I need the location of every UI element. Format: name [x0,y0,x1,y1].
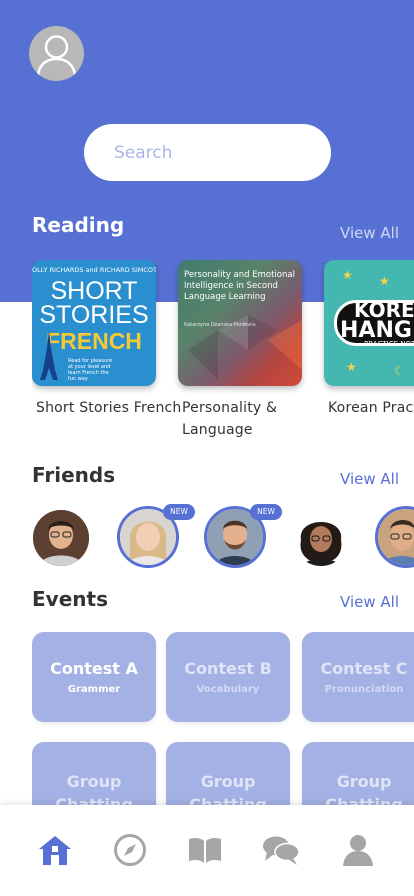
cover-tagline: Read for pleasure at your level and lear… [68,358,113,382]
reading-title: Reading [32,213,125,237]
friend-avatar[interactable] [33,510,89,566]
book-title: Short Stories French [36,400,182,416]
event-name: Group Chatting [55,772,133,805]
new-badge: NEW [250,504,282,520]
event-name: Contest A [50,659,138,678]
event-name: Group Chatting [325,772,403,805]
tab-home[interactable] [36,831,74,869]
eiffel-tower-icon [40,330,58,380]
friends-view-all-link[interactable]: View All [340,470,399,488]
cover-line-2: STORIES [39,301,149,329]
event-card-contest-b[interactable]: Contest B Vocabulary [166,632,290,722]
new-badge: NEW [163,504,195,520]
cover-line-3: PRACTICE NOTE [364,340,414,348]
tab-profile[interactable] [339,831,377,869]
chat-icon [263,836,300,865]
friend-avatar[interactable] [293,510,349,566]
bottom-tab-bar [0,805,414,896]
event-card-group-chatting[interactable]: Group Chatting [166,742,290,805]
home-icon [39,836,71,865]
person-photo-icon [293,510,349,566]
friend-avatar[interactable] [375,506,414,568]
book-card[interactable]: Personality and Emotional Intelligence i… [178,260,302,441]
profile-icon [343,835,373,866]
book-card[interactable]: OLLY RICHARDS and RICHARD SIMCOTT SHORT … [32,260,181,419]
user-silhouette-icon [36,35,77,77]
event-name: Contest C [320,659,408,678]
person-photo-icon [378,509,414,565]
friends-list: NEW NEW [0,504,414,574]
reading-view-all-link[interactable]: View All [340,224,399,242]
cover-authors: OLLY RICHARDS and RICHARD SIMCOTT [32,266,156,274]
event-name: Group Chatting [189,772,267,805]
cover-pattern-icon [188,315,302,380]
event-card-contest-c[interactable]: Contest C Pronunciation [302,632,414,722]
event-card-group-chatting[interactable]: Group Chatting [32,742,156,805]
event-name: Contest B [184,659,272,678]
cover-line-1: KOREA [354,298,414,322]
book-title: Personality & Language [182,400,278,438]
book-card[interactable]: ★ ★ ☾ ★ ☾ KOREA HANG PRACTICE NOTE Korea… [324,260,414,419]
search-input[interactable] [84,124,331,181]
tab-explore[interactable] [111,831,149,869]
star-icon: ★ [346,360,357,374]
book-cover: ★ ★ ☾ ★ ☾ KOREA HANG PRACTICE NOTE [324,260,414,386]
profile-avatar[interactable] [29,26,84,81]
events-view-all-link[interactable]: View All [340,593,399,611]
person-photo-icon [33,510,89,566]
star-icon: ★ [342,268,353,282]
book-title: Korean Practice [328,400,414,416]
events-title: Events [32,587,108,611]
events-grid: Contest A Grammer Contest B Vocabulary C… [32,632,414,805]
event-card-contest-a[interactable]: Contest A Grammer [32,632,156,722]
reading-list: OLLY RICHARDS and RICHARD SIMCOTT SHORT … [32,260,414,450]
book-cover: OLLY RICHARDS and RICHARD SIMCOTT SHORT … [32,260,156,386]
event-subtitle: Vocabulary [196,684,260,695]
compass-icon [114,834,146,866]
book-cover: Personality and Emotional Intelligence i… [178,260,302,386]
event-card-group-chatting[interactable]: Group Chatting [302,742,414,805]
star-icon: ★ [379,274,390,288]
tab-library[interactable] [186,831,224,869]
cover-line-2: HANG [340,318,412,343]
event-subtitle: Pronunciation [324,684,404,695]
book-icon [189,837,221,863]
tab-chat[interactable] [262,831,300,869]
moon-icon: ☾ [394,364,405,378]
event-subtitle: Grammer [67,684,121,695]
friends-title: Friends [32,463,116,487]
